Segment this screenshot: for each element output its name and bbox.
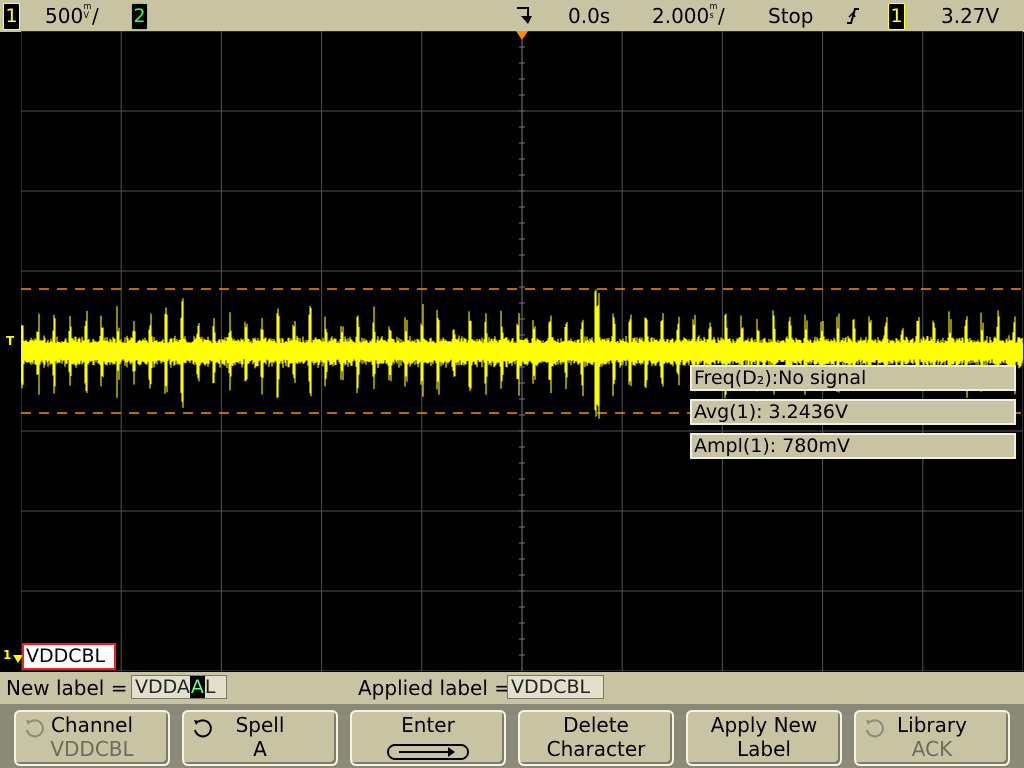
channel-2-indicator[interactable]: 2 bbox=[131, 3, 148, 30]
softkey-label: Apply New bbox=[710, 713, 818, 737]
trace-core bbox=[21, 343, 1023, 359]
time-scale: 2.000m s / bbox=[652, 2, 725, 29]
rotary-knob-icon bbox=[866, 719, 884, 738]
time-scale-value: 2.000 bbox=[652, 4, 710, 28]
applied-label-caption: Applied label = bbox=[358, 676, 512, 700]
softkey-bar: Channel VDDCBL Spell A Enter Delete Char… bbox=[0, 704, 1024, 768]
rising-edge-icon bbox=[846, 5, 860, 33]
label-editor-row: New label = VDDAAL Applied label = VDDCB… bbox=[0, 672, 1024, 704]
waveform-display[interactable] bbox=[21, 31, 1023, 671]
new-label-prefix: VDDA bbox=[135, 676, 190, 698]
channel-1-scale-value: 500 bbox=[45, 4, 84, 28]
channel-label: VDDCBL bbox=[22, 643, 116, 670]
applied-label-field: VDDCBL bbox=[507, 675, 604, 699]
measurement-avg: Avg(1): 3.2436V bbox=[690, 399, 1016, 425]
measurement-ampl: Ampl(1): 780mV bbox=[690, 433, 1016, 459]
text-cursor: A bbox=[189, 676, 205, 698]
time-delay: 0.0s bbox=[568, 4, 611, 28]
softkey-value: ACK bbox=[911, 737, 953, 761]
unit-bottom: V bbox=[83, 11, 90, 21]
rotary-knob-icon bbox=[26, 719, 44, 738]
status-bar: 1 500m V/ 2 0.0s 2.000m s / Stop 1 3.27V bbox=[0, 0, 1024, 32]
time-scale-unit: ms bbox=[710, 3, 718, 21]
new-label-suffix: L bbox=[204, 676, 216, 698]
spell-softkey[interactable]: Spell A bbox=[182, 710, 338, 766]
run-state: Stop bbox=[768, 4, 814, 28]
softkey-value: A bbox=[253, 737, 267, 761]
measurement-freq: Freq(D₂):No signal bbox=[690, 365, 1016, 391]
trigger-level: 3.27V bbox=[941, 4, 1000, 28]
library-softkey[interactable]: Library ACK bbox=[854, 710, 1010, 766]
apply-new-label-softkey[interactable]: Apply New Label bbox=[686, 710, 842, 766]
channel-1-scale-unit: mV bbox=[84, 3, 92, 21]
trigger-position-icon bbox=[515, 6, 533, 34]
new-label-field[interactable]: VDDAAL bbox=[131, 675, 227, 699]
softkey-label: Enter bbox=[401, 713, 455, 737]
softkey-label: Delete bbox=[563, 713, 629, 737]
rotary-knob-icon bbox=[194, 719, 212, 738]
delete-character-softkey[interactable]: Delete Character bbox=[518, 710, 674, 766]
channel-1-ground-marker: 1 bbox=[3, 648, 12, 662]
enter-arrow-icon bbox=[387, 743, 469, 760]
unit-bottom: s bbox=[709, 11, 714, 21]
trigger-source-indicator[interactable]: 1 bbox=[888, 3, 905, 30]
enter-softkey[interactable]: Enter bbox=[350, 710, 506, 766]
trigger-level-marker: T bbox=[6, 334, 15, 348]
left-margin bbox=[0, 32, 21, 672]
channel-1-scale: 500m V / bbox=[45, 2, 99, 29]
channel-softkey[interactable]: Channel VDDCBL bbox=[14, 710, 170, 766]
new-label-caption: New label = bbox=[6, 676, 128, 700]
softkey-label-line2: Character bbox=[546, 737, 646, 761]
softkey-value: VDDCBL bbox=[50, 737, 134, 761]
channel-1-indicator[interactable]: 1 bbox=[3, 3, 20, 30]
softkey-label-line2: Label bbox=[737, 737, 791, 761]
